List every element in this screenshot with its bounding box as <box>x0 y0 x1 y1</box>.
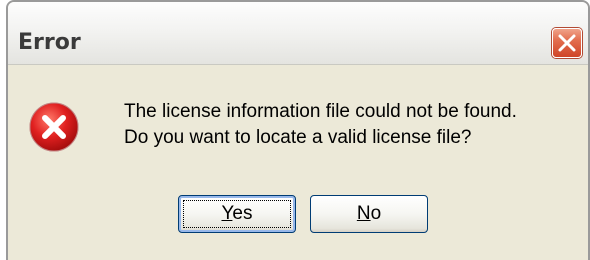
error-dialog: Error The license information file could… <box>6 0 590 260</box>
yes-button[interactable]: Yes <box>178 195 296 233</box>
error-icon <box>29 102 79 152</box>
no-accelerator: N <box>356 203 371 224</box>
dialog-body: The license information file could not b… <box>8 65 588 260</box>
title-bar[interactable]: Error <box>8 2 588 65</box>
dialog-title: Error <box>18 30 81 55</box>
error-message: The license information file could not b… <box>124 99 517 151</box>
no-button[interactable]: No <box>310 195 428 233</box>
message-line-1: The license information file could not b… <box>124 101 517 122</box>
close-icon <box>558 34 576 52</box>
no-label-rest: o <box>370 203 382 224</box>
message-line-2: Do you want to locate a valid license fi… <box>124 127 472 148</box>
close-button[interactable] <box>552 28 582 58</box>
focus-rectangle <box>183 200 291 228</box>
